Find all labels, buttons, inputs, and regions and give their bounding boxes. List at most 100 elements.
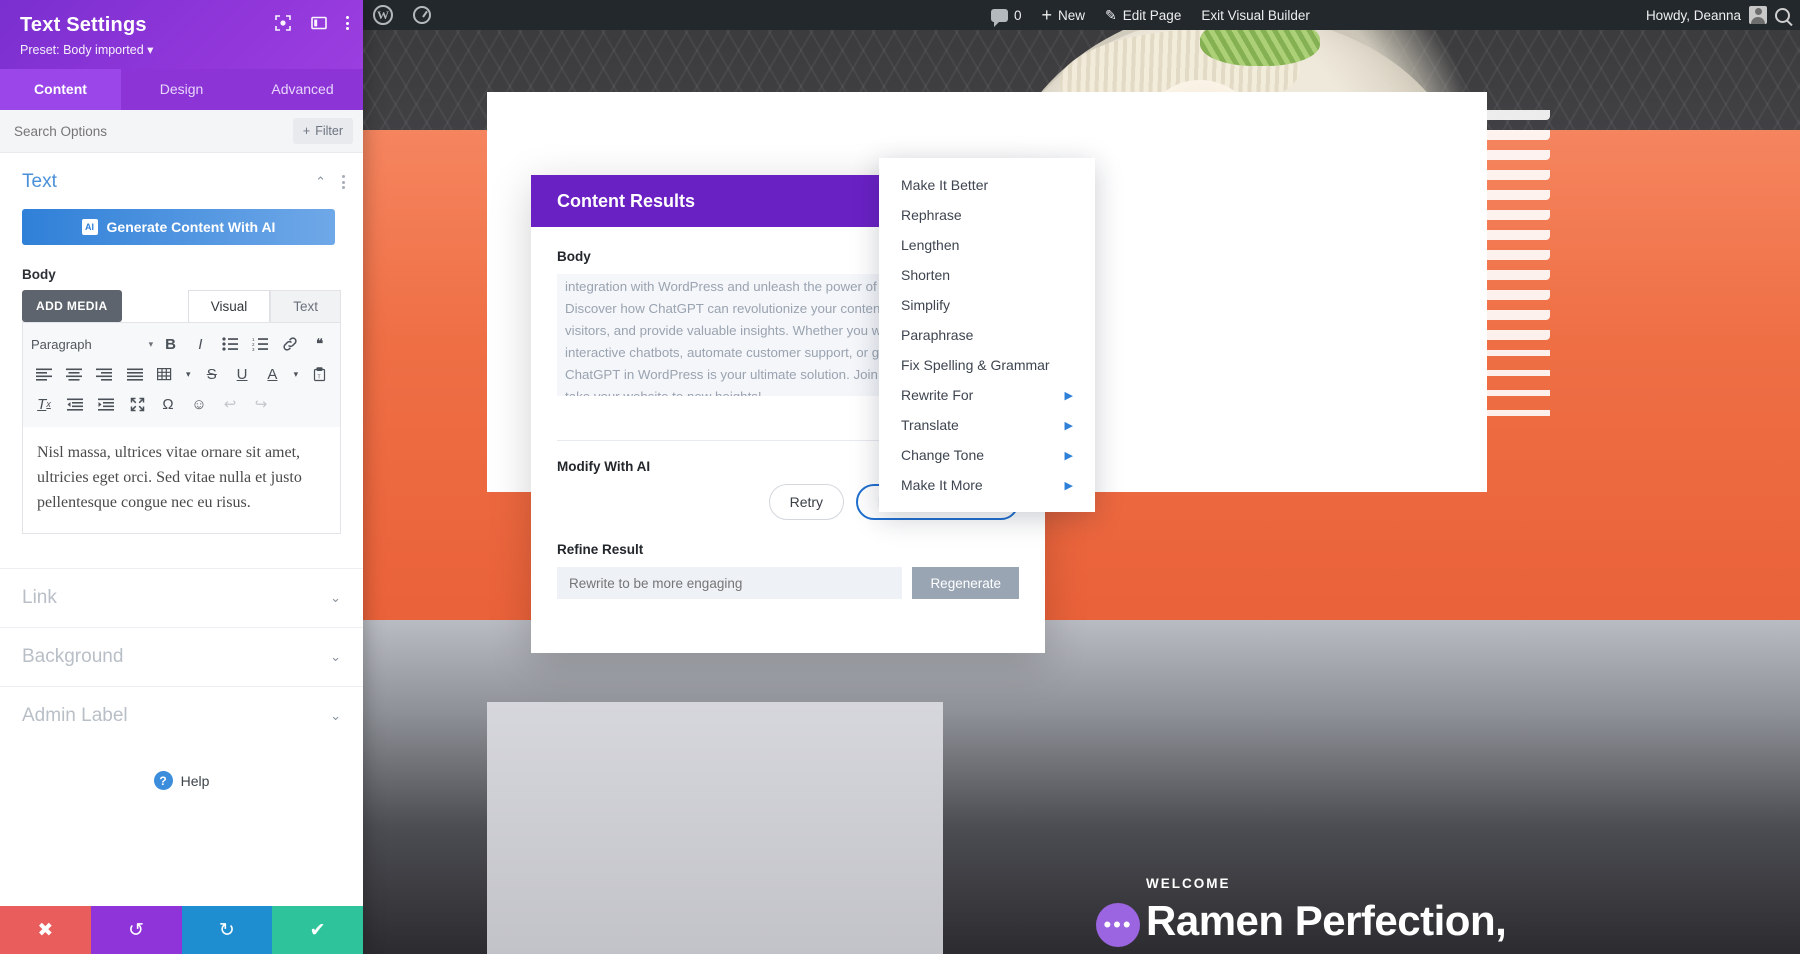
new-content-menu[interactable]: + New <box>1032 0 1096 30</box>
menu-item-label: Shorten <box>901 267 951 283</box>
menu-item-simplify[interactable]: Simplify <box>879 290 1095 320</box>
fullscreen-icon[interactable] <box>124 392 150 416</box>
screen-root: ••• WELCOME Ramen Perfection, W 0 + New … <box>0 0 1800 954</box>
more-vertical-icon[interactable] <box>342 175 345 189</box>
edit-page-link[interactable]: ✎ Edit Page <box>1095 0 1191 30</box>
bold-icon[interactable]: B <box>158 332 183 356</box>
table-dropdown-icon[interactable]: ▾ <box>182 362 194 386</box>
filter-label: Filter <box>315 124 343 138</box>
menu-item-label: Make It Better <box>901 177 989 193</box>
menu-item-label: Lengthen <box>901 237 960 253</box>
chevron-up-icon[interactable]: ⌃ <box>315 174 326 190</box>
tab-design[interactable]: Design <box>121 69 242 110</box>
section-background[interactable]: Background ⌄ <box>0 627 363 686</box>
tab-content[interactable]: Content <box>0 69 121 110</box>
comment-bubble-icon <box>991 8 1008 27</box>
help-link[interactable]: ? Help <box>0 745 363 791</box>
menu-item-label: Fix Spelling & Grammar <box>901 357 1050 373</box>
exit-visual-builder-label: Exit Visual Builder <box>1201 7 1310 23</box>
paragraph-format-select[interactable]: Paragraph ▾ <box>31 337 153 352</box>
menu-item-lengthen[interactable]: Lengthen <box>879 230 1095 260</box>
table-icon[interactable] <box>152 362 177 386</box>
avatar[interactable] <box>1749 6 1767 24</box>
refine-input[interactable] <box>557 567 903 599</box>
special-character-icon[interactable]: Ω <box>155 392 181 416</box>
section-background-label: Background <box>22 646 124 668</box>
filter-button[interactable]: + Filter <box>292 118 353 144</box>
more-vertical-icon[interactable] <box>346 16 349 30</box>
underline-icon[interactable]: U <box>229 362 254 386</box>
numbered-list-icon[interactable]: 123 <box>248 332 273 356</box>
menu-item-rewrite-for[interactable]: Rewrite For ▶ <box>879 380 1095 410</box>
menu-item-fix-spelling-grammar[interactable]: Fix Spelling & Grammar <box>879 350 1095 380</box>
redo-button[interactable]: ↻ <box>181 906 273 954</box>
comments-count: 0 <box>1014 7 1022 23</box>
comments-menu[interactable]: 0 <box>981 0 1032 30</box>
indent-icon[interactable] <box>93 392 119 416</box>
page-title: Ramen Perfection, <box>1146 897 1507 944</box>
generate-content-with-ai-button[interactable]: AI Generate Content With AI <box>22 209 335 245</box>
dashboard-menu[interactable] <box>403 0 441 30</box>
align-left-icon[interactable] <box>31 362 56 386</box>
search-input[interactable] <box>14 123 285 139</box>
italic-icon[interactable]: I <box>188 332 213 356</box>
pencil-icon: ✎ <box>1105 6 1117 23</box>
question-mark-icon: ? <box>153 771 173 791</box>
align-center-icon[interactable] <box>61 362 86 386</box>
svg-text:T: T <box>317 374 321 380</box>
body-editor-content[interactable]: Nisl massa, ultrices vitae ornare sit am… <box>22 427 341 535</box>
regenerate-button[interactable]: Regenerate <box>912 567 1019 599</box>
ai-badge-icon: AI <box>81 219 98 235</box>
panel-layout-icon[interactable] <box>310 14 328 32</box>
retry-button[interactable]: Retry <box>768 484 845 520</box>
new-label: New <box>1058 7 1086 23</box>
align-right-icon[interactable] <box>92 362 117 386</box>
search-icon[interactable] <box>1775 7 1790 23</box>
save-button[interactable]: ✔ <box>272 906 363 954</box>
chevron-down-icon: ▾ <box>148 338 154 349</box>
exit-visual-builder-link[interactable]: Exit Visual Builder <box>1191 0 1320 30</box>
menu-item-translate[interactable]: Translate ▶ <box>879 410 1095 440</box>
redo-icon[interactable]: ↪ <box>248 392 274 416</box>
section-link[interactable]: Link ⌄ <box>0 568 363 627</box>
tab-text[interactable]: Text <box>270 290 341 322</box>
paste-as-text-icon[interactable]: T <box>307 362 332 386</box>
menu-item-rephrase[interactable]: Rephrase <box>879 200 1095 230</box>
menu-item-change-tone[interactable]: Change Tone ▶ <box>879 440 1095 470</box>
tab-advanced[interactable]: Advanced <box>242 69 363 110</box>
panel-header-actions <box>274 14 349 32</box>
undo-button[interactable]: ↺ <box>90 906 182 954</box>
menu-item-shorten[interactable]: Shorten <box>879 260 1095 290</box>
strikethrough-icon[interactable]: S <box>199 362 224 386</box>
menu-item-make-it-more[interactable]: Make It More ▶ <box>879 470 1095 500</box>
refine-input-line: Regenerate <box>557 567 1019 599</box>
section-admin-label[interactable]: Admin Label ⌄ <box>0 686 363 745</box>
blockquote-icon[interactable]: ❝ <box>307 332 332 356</box>
text-color-icon[interactable]: A <box>260 362 285 386</box>
discard-button[interactable]: ✖ <box>0 906 91 954</box>
tab-visual[interactable]: Visual <box>187 290 271 322</box>
bulleted-list-icon[interactable] <box>218 332 243 356</box>
wp-logo-menu[interactable]: W <box>363 0 403 30</box>
panel-footer: ✖ ↺ ↻ ✔ <box>0 906 363 954</box>
wp-admin-bar: W 0 + New ✎ Edit Page Exit Visual Builde… <box>363 0 1800 30</box>
link-icon[interactable] <box>277 332 302 356</box>
panel-preset-selector[interactable]: Preset: Body imported ▾ <box>20 42 347 57</box>
howdy-label[interactable]: Howdy, Deanna <box>1646 8 1741 23</box>
clear-formatting-icon[interactable]: Tx <box>31 392 57 416</box>
add-media-button[interactable]: ADD MEDIA <box>22 290 122 322</box>
toolbar-row-1: Paragraph ▾ B I 123 ❝ <box>31 329 332 359</box>
text-settings-panel: Text Settings Preset: Body imported ▾ Co… <box>0 0 363 954</box>
undo-icon[interactable]: ↩ <box>217 392 243 416</box>
focus-target-icon[interactable] <box>274 14 292 32</box>
emoji-icon[interactable]: ☺ <box>186 392 212 416</box>
panel-preset-label: Preset: Body imported <box>20 43 144 57</box>
align-justify-icon[interactable] <box>122 362 147 386</box>
refine-result-label: Refine Result <box>557 542 644 557</box>
section-text-header[interactable]: Text ⌃ <box>0 153 363 203</box>
menu-item-make-it-better[interactable]: Make It Better <box>879 170 1095 200</box>
menu-item-paraphrase[interactable]: Paraphrase <box>879 320 1095 350</box>
outdent-icon[interactable] <box>62 392 88 416</box>
text-color-dropdown-icon[interactable]: ▾ <box>290 362 302 386</box>
